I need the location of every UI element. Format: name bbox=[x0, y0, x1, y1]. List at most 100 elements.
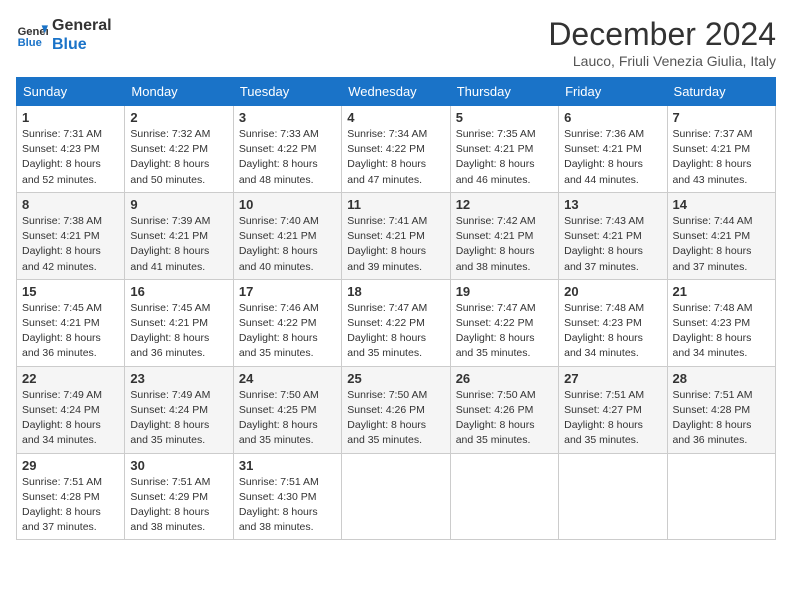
calendar-cell: 5 Sunrise: 7:35 AMSunset: 4:21 PMDaylight… bbox=[450, 106, 558, 193]
calendar-cell: 18 Sunrise: 7:47 AMSunset: 4:22 PMDayligh… bbox=[342, 279, 450, 366]
day-number: 22 bbox=[22, 371, 119, 386]
calendar-cell: 12 Sunrise: 7:42 AMSunset: 4:21 PMDayligh… bbox=[450, 192, 558, 279]
day-info: Sunrise: 7:42 AMSunset: 4:21 PMDaylight:… bbox=[456, 214, 553, 275]
calendar-week-1: 1 Sunrise: 7:31 AMSunset: 4:23 PMDaylight… bbox=[17, 106, 776, 193]
day-number: 17 bbox=[239, 284, 336, 299]
day-info: Sunrise: 7:48 AMSunset: 4:23 PMDaylight:… bbox=[673, 301, 770, 362]
day-info: Sunrise: 7:46 AMSunset: 4:22 PMDaylight:… bbox=[239, 301, 336, 362]
day-info: Sunrise: 7:47 AMSunset: 4:22 PMDaylight:… bbox=[347, 301, 444, 362]
day-number: 18 bbox=[347, 284, 444, 299]
calendar-cell: 15 Sunrise: 7:45 AMSunset: 4:21 PMDayligh… bbox=[17, 279, 125, 366]
calendar-cell: 31 Sunrise: 7:51 AMSunset: 4:30 PMDayligh… bbox=[233, 453, 341, 540]
calendar-cell bbox=[342, 453, 450, 540]
day-info: Sunrise: 7:39 AMSunset: 4:21 PMDaylight:… bbox=[130, 214, 227, 275]
day-number: 15 bbox=[22, 284, 119, 299]
day-info: Sunrise: 7:40 AMSunset: 4:21 PMDaylight:… bbox=[239, 214, 336, 275]
day-info: Sunrise: 7:33 AMSunset: 4:22 PMDaylight:… bbox=[239, 127, 336, 188]
calendar-cell: 2 Sunrise: 7:32 AMSunset: 4:22 PMDaylight… bbox=[125, 106, 233, 193]
day-number: 9 bbox=[130, 197, 227, 212]
weekday-header-friday: Friday bbox=[559, 78, 667, 106]
day-info: Sunrise: 7:51 AMSunset: 4:27 PMDaylight:… bbox=[564, 388, 661, 449]
calendar-cell: 30 Sunrise: 7:51 AMSunset: 4:29 PMDayligh… bbox=[125, 453, 233, 540]
weekday-header-sunday: Sunday bbox=[17, 78, 125, 106]
day-info: Sunrise: 7:41 AMSunset: 4:21 PMDaylight:… bbox=[347, 214, 444, 275]
day-number: 30 bbox=[130, 458, 227, 473]
day-info: Sunrise: 7:51 AMSunset: 4:28 PMDaylight:… bbox=[673, 388, 770, 449]
calendar-cell: 1 Sunrise: 7:31 AMSunset: 4:23 PMDaylight… bbox=[17, 106, 125, 193]
calendar-cell: 9 Sunrise: 7:39 AMSunset: 4:21 PMDaylight… bbox=[125, 192, 233, 279]
calendar-cell: 22Sunrise: 7:49 AMSunset: 4:24 PMDayligh… bbox=[17, 366, 125, 453]
day-info: Sunrise: 7:51 AMSunset: 4:30 PMDaylight:… bbox=[239, 475, 336, 536]
day-info: Sunrise: 7:34 AMSunset: 4:22 PMDaylight:… bbox=[347, 127, 444, 188]
logo-icon: General Blue bbox=[16, 19, 48, 51]
calendar-cell: 14 Sunrise: 7:44 AMSunset: 4:21 PMDayligh… bbox=[667, 192, 775, 279]
day-info: Sunrise: 7:35 AMSunset: 4:21 PMDaylight:… bbox=[456, 127, 553, 188]
logo-line2: Blue bbox=[52, 35, 112, 54]
day-info: Sunrise: 7:51 AMSunset: 4:29 PMDaylight:… bbox=[130, 475, 227, 536]
logo: General Blue General Blue bbox=[16, 16, 112, 54]
day-number: 21 bbox=[673, 284, 770, 299]
day-number: 27 bbox=[564, 371, 661, 386]
day-info: Sunrise: 7:47 AMSunset: 4:22 PMDaylight:… bbox=[456, 301, 553, 362]
day-number: 10 bbox=[239, 197, 336, 212]
calendar-cell: 23Sunrise: 7:49 AMSunset: 4:24 PMDayligh… bbox=[125, 366, 233, 453]
day-number: 5 bbox=[456, 110, 553, 125]
calendar-cell: 27 Sunrise: 7:51 AMSunset: 4:27 PMDayligh… bbox=[559, 366, 667, 453]
day-info: Sunrise: 7:32 AMSunset: 4:22 PMDaylight:… bbox=[130, 127, 227, 188]
day-info: Sunrise: 7:50 AMSunset: 4:25 PMDaylight:… bbox=[239, 388, 336, 449]
calendar-body: 1 Sunrise: 7:31 AMSunset: 4:23 PMDaylight… bbox=[17, 106, 776, 540]
calendar-cell bbox=[450, 453, 558, 540]
calendar-header-row: SundayMondayTuesdayWednesdayThursdayFrid… bbox=[17, 78, 776, 106]
day-info: Sunrise: 7:45 AMSunset: 4:21 PMDaylight:… bbox=[22, 301, 119, 362]
title-block: December 2024 Lauco, Friuli Venezia Giul… bbox=[548, 16, 776, 69]
day-number: 28 bbox=[673, 371, 770, 386]
calendar-cell: 10 Sunrise: 7:40 AMSunset: 4:21 PMDayligh… bbox=[233, 192, 341, 279]
calendar-cell: 26 Sunrise: 7:50 AMSunset: 4:26 PMDayligh… bbox=[450, 366, 558, 453]
day-number: 16 bbox=[130, 284, 227, 299]
day-info: Sunrise: 7:43 AMSunset: 4:21 PMDaylight:… bbox=[564, 214, 661, 275]
calendar-cell bbox=[559, 453, 667, 540]
day-number: 31 bbox=[239, 458, 336, 473]
day-number: 14 bbox=[673, 197, 770, 212]
month-title: December 2024 bbox=[548, 16, 776, 53]
calendar-cell: 17 Sunrise: 7:46 AMSunset: 4:22 PMDayligh… bbox=[233, 279, 341, 366]
svg-text:Blue: Blue bbox=[18, 37, 42, 49]
day-info: Sunrise: 7:37 AMSunset: 4:21 PMDaylight:… bbox=[673, 127, 770, 188]
calendar-cell: 25Sunrise: 7:50 AMSunset: 4:26 PMDayligh… bbox=[342, 366, 450, 453]
day-number: 4 bbox=[347, 110, 444, 125]
calendar-cell: 21 Sunrise: 7:48 AMSunset: 4:23 PMDayligh… bbox=[667, 279, 775, 366]
weekday-header-tuesday: Tuesday bbox=[233, 78, 341, 106]
day-info: Sunrise: 7:51 AMSunset: 4:28 PMDaylight:… bbox=[22, 475, 119, 536]
day-info: Sunrise: 7:44 AMSunset: 4:21 PMDaylight:… bbox=[673, 214, 770, 275]
calendar-week-2: 8 Sunrise: 7:38 AMSunset: 4:21 PMDaylight… bbox=[17, 192, 776, 279]
calendar-cell: 29Sunrise: 7:51 AMSunset: 4:28 PMDayligh… bbox=[17, 453, 125, 540]
day-info: Sunrise: 7:36 AMSunset: 4:21 PMDaylight:… bbox=[564, 127, 661, 188]
calendar-cell bbox=[667, 453, 775, 540]
page-header: General Blue General Blue December 2024 … bbox=[16, 16, 776, 69]
day-number: 1 bbox=[22, 110, 119, 125]
calendar-cell: 3 Sunrise: 7:33 AMSunset: 4:22 PMDaylight… bbox=[233, 106, 341, 193]
calendar-cell: 6Sunrise: 7:36 AMSunset: 4:21 PMDaylight… bbox=[559, 106, 667, 193]
calendar-cell: 7Sunrise: 7:37 AMSunset: 4:21 PMDaylight… bbox=[667, 106, 775, 193]
day-info: Sunrise: 7:38 AMSunset: 4:21 PMDaylight:… bbox=[22, 214, 119, 275]
day-info: Sunrise: 7:50 AMSunset: 4:26 PMDaylight:… bbox=[456, 388, 553, 449]
day-number: 13 bbox=[564, 197, 661, 212]
calendar-table: SundayMondayTuesdayWednesdayThursdayFrid… bbox=[16, 77, 776, 540]
calendar-cell: 8 Sunrise: 7:38 AMSunset: 4:21 PMDaylight… bbox=[17, 192, 125, 279]
day-number: 19 bbox=[456, 284, 553, 299]
day-number: 23 bbox=[130, 371, 227, 386]
calendar-cell: 11Sunrise: 7:41 AMSunset: 4:21 PMDayligh… bbox=[342, 192, 450, 279]
day-number: 20 bbox=[564, 284, 661, 299]
weekday-header-saturday: Saturday bbox=[667, 78, 775, 106]
day-number: 26 bbox=[456, 371, 553, 386]
day-info: Sunrise: 7:31 AMSunset: 4:23 PMDaylight:… bbox=[22, 127, 119, 188]
day-number: 3 bbox=[239, 110, 336, 125]
day-number: 2 bbox=[130, 110, 227, 125]
location-subtitle: Lauco, Friuli Venezia Giulia, Italy bbox=[548, 53, 776, 69]
calendar-week-5: 29Sunrise: 7:51 AMSunset: 4:28 PMDayligh… bbox=[17, 453, 776, 540]
day-number: 8 bbox=[22, 197, 119, 212]
calendar-cell: 19 Sunrise: 7:47 AMSunset: 4:22 PMDayligh… bbox=[450, 279, 558, 366]
calendar-week-3: 15 Sunrise: 7:45 AMSunset: 4:21 PMDayligh… bbox=[17, 279, 776, 366]
logo-line1: General bbox=[52, 16, 112, 35]
day-number: 12 bbox=[456, 197, 553, 212]
